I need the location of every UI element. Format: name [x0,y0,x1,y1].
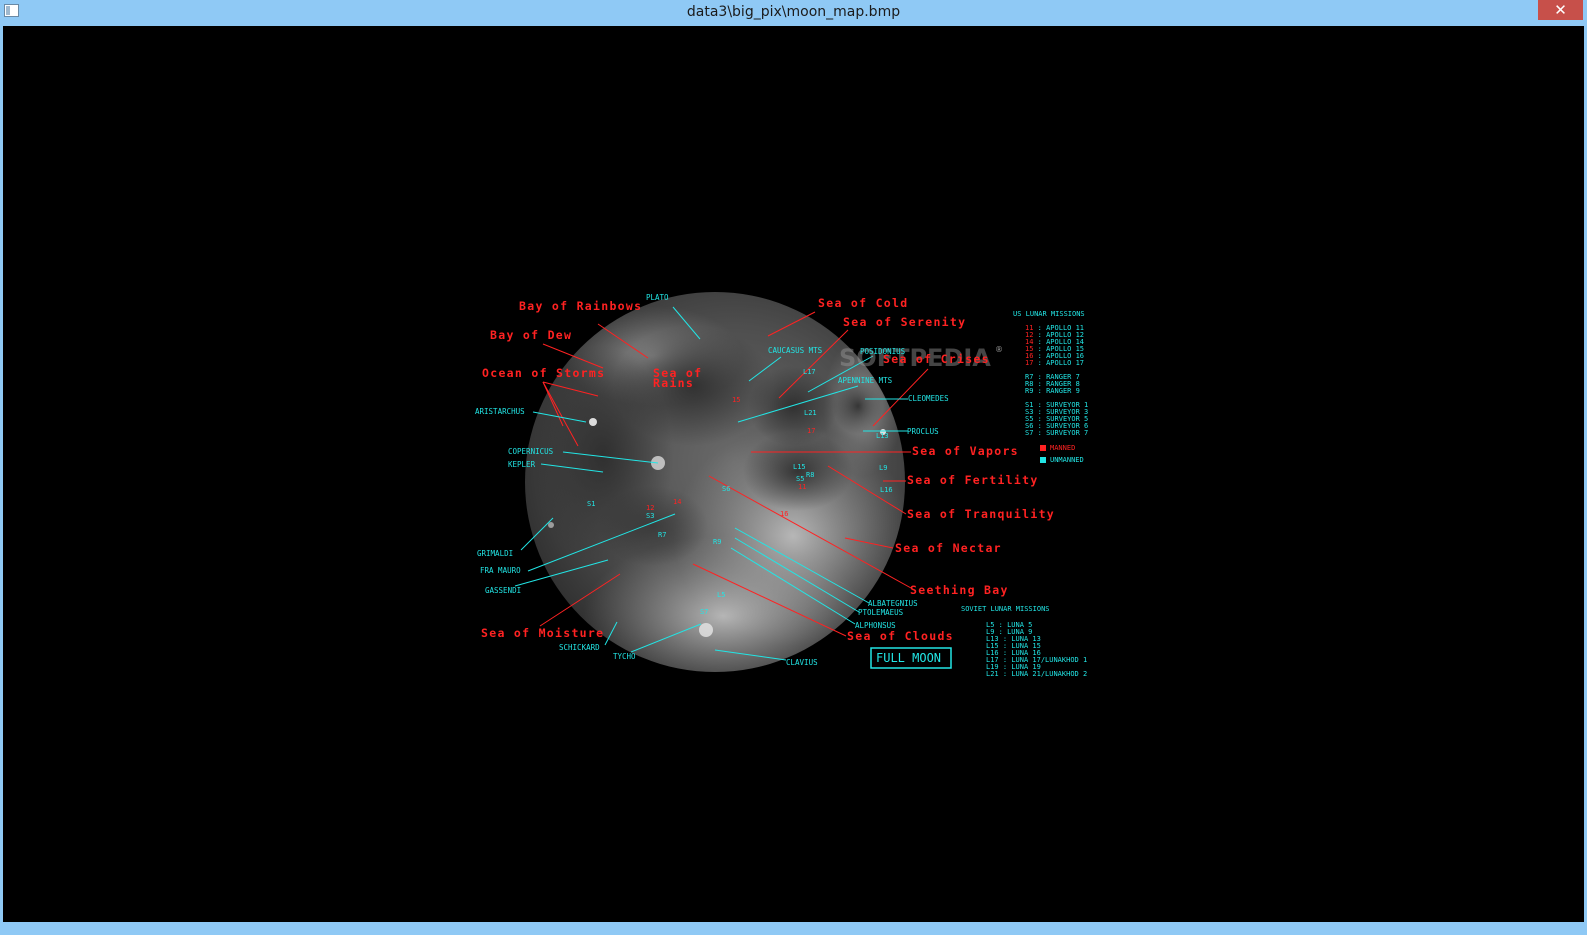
soviet-missions-title: SOVIET LUNAR MISSIONS [961,605,1050,613]
marker-L16: L16 [880,486,893,494]
label-cleomedes: CLEOMEDES [908,394,949,403]
label-sea-of-clouds: Sea of Clouds [847,629,954,643]
marker-S7: S7 [700,608,708,616]
label-fra-mauro: FRA MAURO [480,566,521,575]
marker-S5: S5 [796,475,804,483]
marker-14: 14 [673,498,681,506]
us-mission-item: S7 : SURVEYOR 7 [1025,429,1088,437]
legend-unmanned: UNMANNED [1050,456,1084,464]
marker-S3: S3 [646,512,654,520]
marker-L9: L9 [879,464,887,472]
close-button[interactable]: ✕ [1538,0,1583,20]
label-sea-of-vapors: Sea of Vapors [912,444,1019,458]
marker-S1: S1 [587,500,595,508]
us-missions-panel: US LUNAR MISSIONS 11 : APOLLO 11 12 : AP… [1013,310,1088,464]
soviet-mission-item: L21 : LUNA 21/LUNAKHOD 2 [986,670,1087,678]
marker-R8: R8 [806,471,814,479]
soviet-missions-panel: SOVIET LUNAR MISSIONS L5 : LUNA 5 L9 : L… [961,605,1087,678]
label-caucasus-mts: CAUCASUS MTS [768,346,823,355]
label-plato: PLATO [646,293,669,302]
registered-mark: ® [995,345,1003,354]
label-sea-of-nectar: Sea of Nectar [895,541,1002,555]
marker-16: 16 [780,510,788,518]
marker-R7: R7 [658,531,666,539]
label-sea-of-tranquility: Sea of Tranquility [907,507,1055,521]
marker-L15: L15 [793,463,806,471]
window-title: data3\big_pix\moon_map.bmp [686,4,901,20]
marker-17: 17 [807,427,815,435]
manned-swatch [1040,445,1046,451]
label-proclus: PROCLUS [907,427,939,436]
label-albategnius: ALBATEGNIUS [868,599,918,608]
marker-S6: S6 [722,485,730,493]
marker-15: 15 [732,396,740,404]
marker-12: 12 [646,504,654,512]
label-sea-of-rains-line2: Rains [653,376,694,390]
moon-map: SOFTPEDIA ® Bay of Rainbows Sea of Cold … [475,292,1088,678]
label-alphonsus: ALPHONSUS [855,621,896,630]
label-sea-of-cold: Sea of Cold [818,296,908,310]
full-moon-button-label[interactable]: FULL MOON [876,651,941,665]
label-aristarchus: ARISTARCHUS [475,407,525,416]
label-bay-of-dew: Bay of Dew [490,328,572,342]
label-ptolemaeus: PTOLEMAEUS [858,608,904,617]
label-schickard: SCHICKARD [559,643,600,652]
label-ocean-of-storms: Ocean of Storms [482,366,605,380]
marker-L17: L17 [803,368,816,376]
us-missions-list: 11 : APOLLO 11 12 : APOLLO 12 14 : APOLL… [1025,324,1088,437]
label-seething-bay: Seething Bay [910,583,1009,597]
label-copernicus: COPERNICUS [508,447,554,456]
label-gassendi: GASSENDI [485,586,521,595]
label-bay-of-rainbows: Bay of Rainbows [519,299,642,313]
us-missions-title: US LUNAR MISSIONS [1013,310,1085,318]
marker-R9: R9 [713,538,721,546]
full-moon-button[interactable]: FULL MOON [870,647,952,669]
label-apennine-mts: APENNINE MTS [838,376,893,385]
label-kepler: KEPLER [508,460,536,469]
marker-11: 11 [798,483,806,491]
label-sea-of-fertility: Sea of Fertility [907,473,1039,487]
us-mission-item: 17 : APOLLO 17 [1025,359,1084,367]
unmanned-swatch [1040,457,1046,463]
label-sea-of-moisture: Sea of Moisture [481,626,604,640]
label-tycho: TYCHO [613,652,636,661]
image-canvas: SOFTPEDIA ® Bay of Rainbows Sea of Cold … [3,26,1584,922]
label-clavius: CLAVIUS [786,658,818,667]
label-sea-of-serenity: Sea of Serenity [843,315,966,329]
us-mission-item: R9 : RANGER 9 [1025,387,1080,395]
marker-L21: L21 [804,409,817,417]
label-posidonius: POSIDONIUS [860,347,906,356]
window-titlebar[interactable]: data3\big_pix\moon_map.bmp ✕ [0,0,1587,26]
legend-manned: MANNED [1050,444,1075,452]
label-grimaldi: GRIMALDI [477,549,513,558]
marker-L13: L13 [876,432,889,440]
mission-legend: MANNED UNMANNED [1040,444,1084,464]
marker-L5: L5 [717,591,725,599]
